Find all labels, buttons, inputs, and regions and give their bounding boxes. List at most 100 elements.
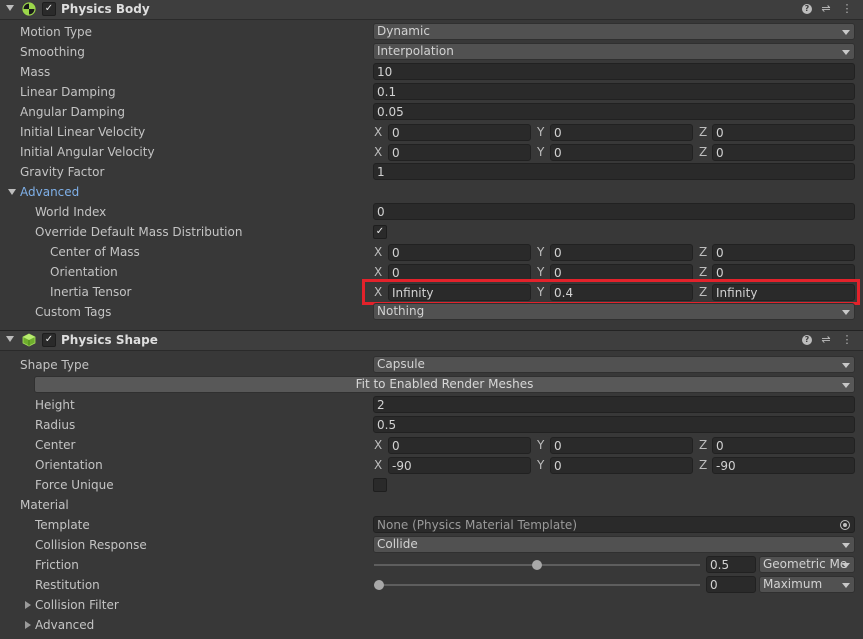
physics-body-title: Physics Body: [61, 2, 150, 16]
initial-linear-velocity-y[interactable]: 0: [550, 124, 693, 141]
axis-y-label: Y: [537, 245, 545, 259]
fit-to-render-meshes-button[interactable]: Fit to Enabled Render Meshes: [34, 376, 855, 393]
material-advanced-fold-arrow-icon[interactable]: [25, 621, 31, 629]
template-value: None (Physics Material Template): [377, 518, 577, 532]
height-field[interactable]: 2: [373, 396, 855, 413]
motion-type-value: Dynamic: [377, 24, 430, 38]
custom-tags-dropdown[interactable]: Nothing: [373, 303, 855, 320]
restitution-field[interactable]: 0: [706, 576, 756, 593]
initial-angular-velocity-x[interactable]: 0: [388, 144, 531, 161]
shape-type-label: Shape Type: [20, 358, 89, 372]
motion-type-dropdown[interactable]: Dynamic: [373, 23, 855, 40]
template-object-field[interactable]: None (Physics Material Template): [373, 516, 855, 533]
chevron-down-icon: [842, 543, 850, 548]
advanced-fold-arrow-icon[interactable]: [8, 189, 16, 195]
collision-filter-fold-arrow-icon[interactable]: [25, 601, 31, 609]
physics-body-header[interactable]: ✓ Physics Body ? ⇌ ⋮: [0, 0, 863, 20]
axis-x-label: X: [374, 245, 383, 259]
custom-tags-value: Nothing: [377, 304, 425, 318]
restitution-slider-track[interactable]: [374, 584, 700, 586]
restitution-label: Restitution: [35, 578, 100, 592]
height-label: Height: [35, 398, 75, 412]
axis-z-label: Z: [699, 125, 708, 139]
linear-damping-field[interactable]: 0.1: [373, 83, 855, 100]
smoothing-dropdown[interactable]: Interpolation: [373, 43, 855, 60]
collision-filter-foldout[interactable]: Collision Filter: [35, 595, 119, 615]
friction-label: Friction: [35, 558, 79, 572]
shape-orientation-y[interactable]: 0: [550, 457, 693, 474]
presets-icon[interactable]: ⇌: [820, 2, 832, 16]
axis-z-label: Z: [699, 245, 708, 259]
object-picker-icon[interactable]: [840, 520, 850, 530]
physics-shape-title: Physics Shape: [61, 333, 158, 347]
presets-icon[interactable]: ⇌: [820, 333, 832, 347]
collision-response-value: Collide: [377, 537, 418, 551]
fit-to-render-meshes-label: Fit to Enabled Render Meshes: [355, 377, 534, 391]
chevron-down-icon: [842, 563, 850, 568]
axis-y-label: Y: [537, 125, 545, 139]
center-of-mass-label: Center of Mass: [50, 245, 140, 259]
axis-z-label: Z: [699, 145, 708, 159]
radius-label: Radius: [35, 418, 76, 432]
axis-y-label: Y: [537, 438, 545, 452]
gravity-factor-label: Gravity Factor: [20, 165, 105, 179]
friction-combine-dropdown[interactable]: Geometric Me: [759, 556, 855, 573]
chevron-down-icon: [842, 310, 850, 315]
initial-angular-velocity-y[interactable]: 0: [550, 144, 693, 161]
center-x[interactable]: 0: [388, 437, 531, 454]
collapse-arrow-icon[interactable]: [6, 336, 14, 342]
mass-field[interactable]: 10: [373, 63, 855, 80]
angular-damping-label: Angular Damping: [20, 105, 125, 119]
angular-damping-field[interactable]: 0.05: [373, 103, 855, 120]
context-menu-icon[interactable]: ⋮: [841, 333, 853, 347]
center-label: Center: [35, 438, 76, 452]
friction-combine-value: Geometric Me: [763, 557, 848, 571]
shape-orientation-x[interactable]: -90: [388, 457, 531, 474]
physics-shape-enabled-checkbox[interactable]: ✓: [42, 333, 56, 347]
world-index-field[interactable]: 0: [373, 203, 855, 220]
restitution-combine-value: Maximum: [763, 577, 823, 591]
help-icon[interactable]: ?: [802, 4, 812, 14]
material-label: Material: [20, 498, 69, 512]
chevron-down-icon: [842, 583, 850, 588]
template-label: Template: [35, 518, 90, 532]
center-of-mass-x[interactable]: 0: [388, 244, 531, 261]
motion-type-label: Motion Type: [20, 25, 93, 39]
physics-body-enabled-checkbox[interactable]: ✓: [42, 2, 56, 16]
center-z[interactable]: 0: [712, 437, 855, 454]
force-unique-checkbox[interactable]: [373, 478, 387, 492]
axis-x-label: X: [374, 438, 383, 452]
override-mass-checkbox[interactable]: ✓: [373, 225, 387, 239]
center-of-mass-z[interactable]: 0: [712, 244, 855, 261]
initial-angular-velocity-z[interactable]: 0: [712, 144, 855, 161]
shape-orientation-z[interactable]: -90: [712, 457, 855, 474]
world-index-label: World Index: [35, 205, 107, 219]
friction-field[interactable]: 0.5: [706, 556, 756, 573]
axis-y-label: Y: [537, 458, 545, 472]
radius-field[interactable]: 0.5: [373, 416, 855, 433]
initial-linear-velocity-z[interactable]: 0: [712, 124, 855, 141]
center-of-mass-y[interactable]: 0: [550, 244, 693, 261]
axis-x-label: X: [374, 145, 383, 159]
initial-linear-velocity-x[interactable]: 0: [388, 124, 531, 141]
physics-shape-header[interactable]: ✓ Physics Shape ? ⇌ ⋮: [0, 331, 863, 351]
context-menu-icon[interactable]: ⋮: [841, 2, 853, 16]
gravity-factor-field[interactable]: 1: [373, 163, 855, 180]
axis-z-label: Z: [699, 438, 708, 452]
chevron-down-icon: [842, 363, 850, 368]
advanced-foldout[interactable]: Advanced: [20, 182, 79, 202]
shape-orientation-label: Orientation: [35, 458, 103, 472]
help-icon[interactable]: ?: [802, 335, 812, 345]
mass-label: Mass: [20, 65, 51, 79]
collapse-arrow-icon[interactable]: [6, 5, 14, 11]
friction-slider-thumb[interactable]: [532, 560, 542, 570]
center-y[interactable]: 0: [550, 437, 693, 454]
chevron-down-icon: [842, 383, 850, 388]
restitution-slider-thumb[interactable]: [374, 580, 384, 590]
collision-response-dropdown[interactable]: Collide: [373, 536, 855, 553]
axis-y-label: Y: [537, 145, 545, 159]
shape-type-dropdown[interactable]: Capsule: [373, 356, 855, 373]
restitution-combine-dropdown[interactable]: Maximum: [759, 576, 855, 593]
material-advanced-foldout[interactable]: Advanced: [35, 615, 94, 635]
initial-linear-velocity-label: Initial Linear Velocity: [20, 125, 146, 139]
